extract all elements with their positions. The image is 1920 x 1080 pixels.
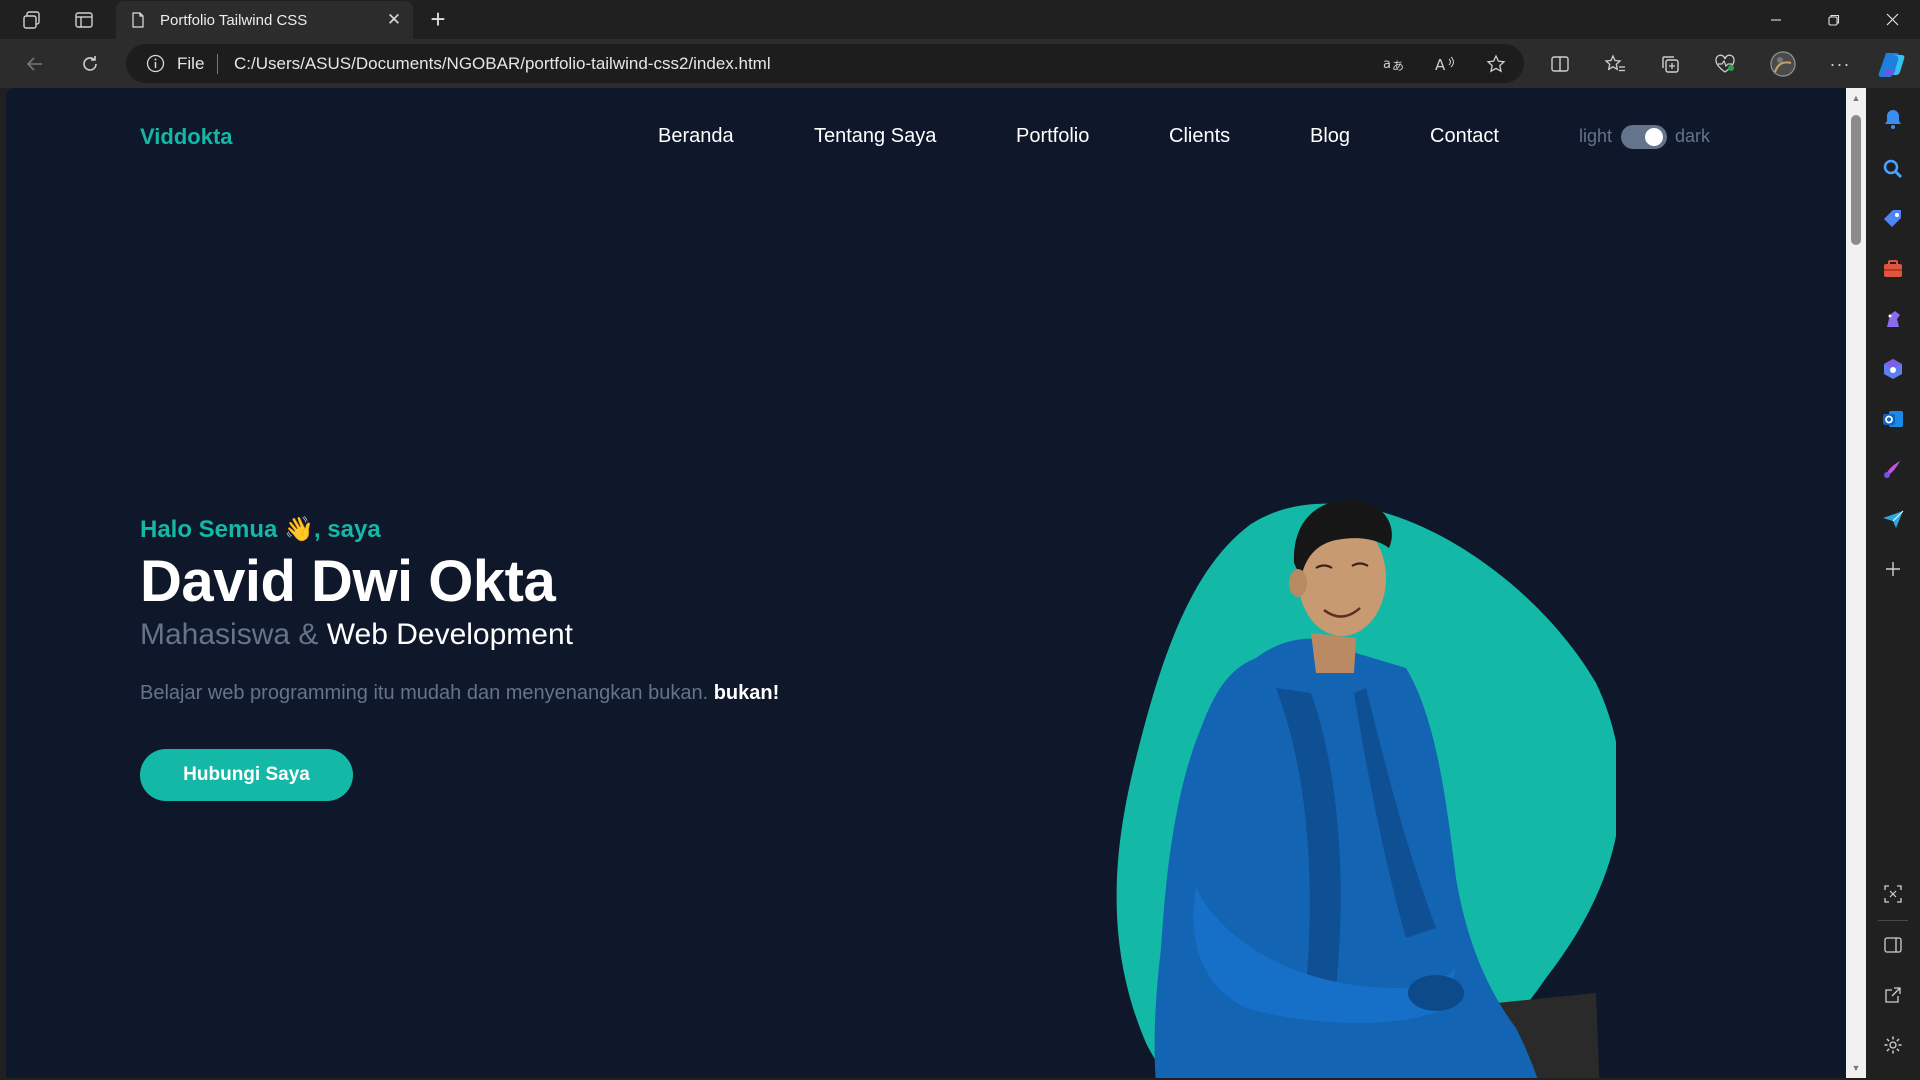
close-window-icon[interactable] (1864, 0, 1920, 39)
hero-description: Belajar web programming itu mudah dan me… (140, 682, 779, 705)
new-tab-icon[interactable]: + (424, 6, 452, 34)
minimize-icon[interactable] (1748, 0, 1804, 39)
web-page: Viddokta Beranda Tentang Saya Portfolio … (6, 88, 1846, 1078)
description-text: Belajar web programming itu mudah dan me… (140, 682, 709, 704)
hero-portrait-image (1116, 499, 1616, 1078)
address-bar[interactable]: File C:/Users/ASUS/Documents/NGOBAR/port… (126, 44, 1524, 83)
settings-gear-icon[interactable] (1881, 1033, 1905, 1057)
back-icon[interactable] (20, 49, 50, 79)
nav-tentang-saya[interactable]: Tentang Saya (814, 125, 936, 148)
hero-greeting: Halo Semua 👋, saya (140, 515, 381, 544)
role-strong-text: Web Development (326, 618, 573, 651)
greeting-text: Halo Semua (140, 516, 278, 543)
games-chess-icon[interactable] (1881, 307, 1905, 331)
svg-text:a: a (1383, 57, 1391, 72)
site-logo[interactable]: Viddokta (140, 124, 233, 150)
designer-icon[interactable] (1881, 457, 1905, 481)
nav-portfolio[interactable]: Portfolio (1016, 125, 1089, 148)
theme-dark-label: dark (1675, 126, 1711, 146)
read-aloud-icon[interactable]: A (1434, 53, 1456, 75)
notifications-bell-icon[interactable] (1881, 107, 1905, 131)
address-scheme-label: File (177, 54, 205, 73)
tools-briefcase-icon[interactable] (1881, 257, 1905, 281)
favorites-icon[interactable] (1600, 49, 1630, 79)
contact-me-button[interactable]: Hubungi Saya (140, 749, 353, 801)
description-bold: bukan! (713, 682, 780, 704)
microsoft-365-icon[interactable] (1881, 357, 1905, 381)
profile-avatar[interactable] (1768, 49, 1798, 79)
tab-actions-icon[interactable] (70, 6, 98, 34)
waving-hand-icon: 👋 (284, 516, 314, 543)
page-scrollbar[interactable]: ▲ ▼ (1846, 88, 1866, 1078)
browser-essentials-icon[interactable] (1710, 49, 1740, 79)
browser-toolbar: File C:/Users/ASUS/Documents/NGOBAR/port… (0, 39, 1920, 88)
outlook-icon[interactable] (1881, 407, 1905, 431)
workspaces-icon[interactable] (18, 6, 46, 34)
address-separator (217, 54, 218, 74)
nav-contact[interactable]: Contact (1430, 125, 1499, 148)
hero-role: Mahasiswa & Web Development (140, 618, 573, 652)
refresh-icon[interactable] (75, 49, 105, 79)
nav-blog[interactable]: Blog (1310, 125, 1350, 148)
search-icon[interactable] (1881, 157, 1905, 181)
favorite-star-icon[interactable] (1485, 53, 1507, 75)
open-external-icon[interactable] (1881, 983, 1905, 1007)
tab-active[interactable]: Portfolio Tailwind CSS ✕ (116, 1, 413, 40)
collections-icon[interactable] (1655, 49, 1685, 79)
nav-beranda[interactable]: Beranda (658, 125, 734, 148)
close-tab-icon[interactable]: ✕ (385, 11, 403, 29)
split-screen-icon[interactable] (1545, 49, 1575, 79)
toggle-knob (1645, 128, 1663, 146)
role-muted-text: Mahasiswa & (140, 618, 319, 651)
tab-title: Portfolio Tailwind CSS (160, 12, 308, 29)
sidebar-divider (1878, 920, 1908, 921)
restore-icon[interactable] (1806, 0, 1862, 39)
greeting-suffix: , saya (313, 516, 381, 543)
scroll-up-arrow-icon[interactable]: ▲ (1850, 93, 1862, 103)
screenshot-icon[interactable] (1881, 882, 1905, 906)
more-options-icon[interactable]: ··· (1825, 49, 1855, 79)
nav-clients[interactable]: Clients (1169, 125, 1230, 148)
scrollbar-thumb[interactable] (1851, 115, 1861, 245)
dark-mode-toggle[interactable] (1621, 125, 1667, 149)
translate-icon[interactable]: aあ (1383, 53, 1405, 75)
page-icon (130, 12, 146, 28)
hero-name: David Dwi Okta (140, 549, 556, 614)
svg-text:A: A (1435, 56, 1446, 73)
url-text[interactable]: C:/Users/ASUS/Documents/NGOBAR/portfolio… (234, 54, 771, 74)
sidebar-layout-icon[interactable] (1881, 933, 1905, 957)
copilot-icon[interactable] (1876, 49, 1908, 79)
theme-light-label: light (1579, 126, 1613, 146)
shopping-tag-icon[interactable] (1881, 207, 1905, 231)
tab-bar: Portfolio Tailwind CSS ✕ + (0, 0, 1920, 40)
scroll-down-arrow-icon[interactable]: ▼ (1850, 1063, 1862, 1073)
svg-text:あ: あ (1392, 59, 1404, 73)
add-sidebar-app-icon[interactable] (1881, 557, 1905, 581)
send-drop-icon[interactable] (1881, 507, 1905, 531)
info-icon[interactable] (146, 54, 165, 73)
edge-sidebar (1866, 88, 1920, 1080)
